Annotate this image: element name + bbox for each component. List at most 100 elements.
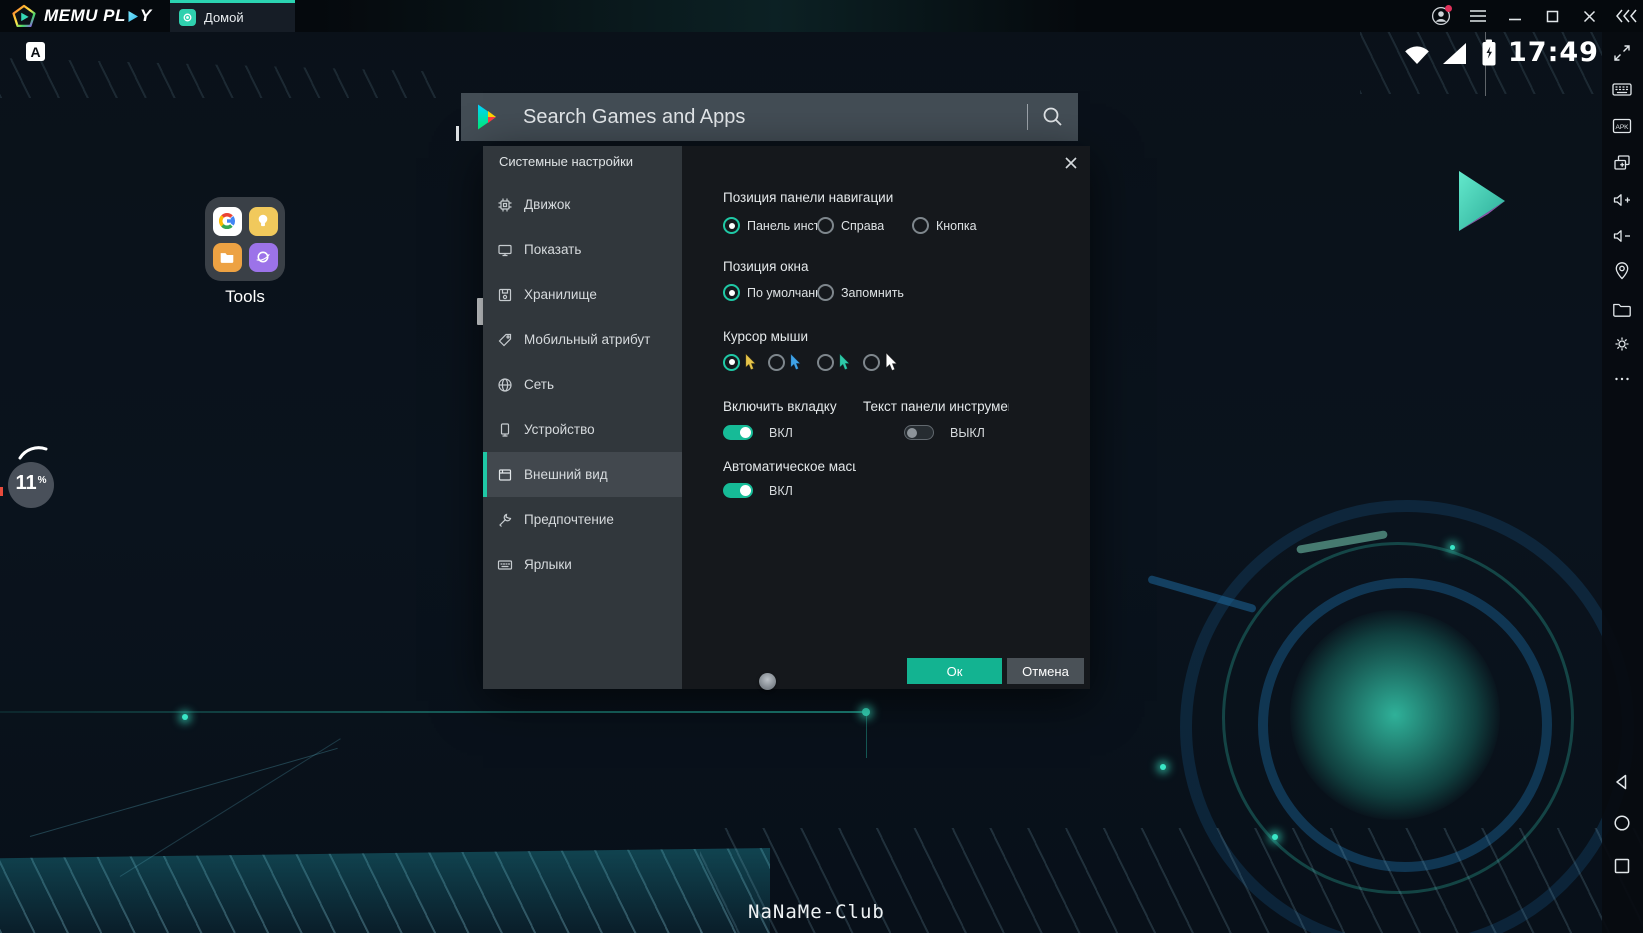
- menu-label: Внешний вид: [524, 467, 608, 482]
- radio-selected: [723, 353, 740, 371]
- glow-dot: [862, 708, 870, 716]
- glow-dot: [1272, 834, 1278, 840]
- settings-content-panel: Позиция панели навигации Панель инструме…: [682, 146, 1090, 689]
- status-clock: 17:49: [1508, 37, 1599, 68]
- close-window-icon[interactable]: [1578, 5, 1600, 27]
- menu-label: Движок: [524, 197, 571, 212]
- radio-toolbar[interactable]: Панель инструментов: [723, 217, 817, 234]
- enable-tab-toggle[interactable]: [723, 425, 753, 440]
- wallpaper-stripes-bottom-left: [0, 848, 770, 933]
- ime-indicator[interactable]: A: [26, 42, 45, 61]
- menu-item-network[interactable]: Сеть: [483, 362, 682, 407]
- collapse-toolbar-icon[interactable]: [1615, 5, 1637, 27]
- window-position-options: По умолчанию Запомнить: [723, 284, 904, 301]
- edge-marker: [0, 487, 3, 496]
- tab-label: Домой: [204, 10, 244, 25]
- hidden-icon-fragment: [456, 126, 459, 141]
- recents-icon[interactable]: [1611, 855, 1633, 877]
- account-icon[interactable]: [1430, 5, 1452, 27]
- menu-item-display[interactable]: Показать: [483, 227, 682, 272]
- menu-item-shortcuts[interactable]: Ярлыки: [483, 542, 682, 587]
- radio-blue-cursor[interactable]: [768, 353, 817, 371]
- keyboard-icon[interactable]: [1611, 78, 1633, 100]
- preference-icon: [497, 512, 513, 528]
- wallpaper-circuit-drop: [866, 712, 867, 758]
- home-tab-icon: [179, 9, 196, 26]
- progress-unit: %: [37, 475, 47, 486]
- shared-folder-icon[interactable]: [1611, 299, 1633, 321]
- toolbar-text-toggle[interactable]: [904, 425, 934, 440]
- more-icon[interactable]: [1611, 368, 1633, 390]
- titlebar-sweep: [320, 0, 1080, 32]
- home-icon[interactable]: [1611, 812, 1633, 834]
- window-drag-handle[interactable]: [759, 673, 776, 690]
- glow-dot: [1160, 764, 1166, 770]
- lightbulb-app-icon: [248, 206, 278, 236]
- play-store-icon: [478, 104, 496, 130]
- toolbar-text-title: Текст панели инструментов: [863, 399, 1009, 414]
- radio-right[interactable]: Справа: [817, 217, 912, 234]
- browser-app-icon: [248, 242, 278, 272]
- apk-install-icon[interactable]: APK: [1611, 115, 1633, 137]
- radio-remember[interactable]: Запомнить: [817, 284, 904, 301]
- auto-scale-toggle-row: ВКЛ: [723, 483, 793, 498]
- toggle-state: ВКЛ: [769, 483, 793, 498]
- menu-item-storage[interactable]: Хранилище: [483, 272, 682, 317]
- radio-default[interactable]: По умолчанию: [723, 284, 817, 301]
- mouse-cursor-title: Курсор мыши: [723, 329, 808, 344]
- radio-teal-cursor[interactable]: [817, 353, 863, 371]
- fullscreen-icon[interactable]: [1611, 42, 1633, 64]
- settings-menu: Движок Показать Хранилище Мобильный атри…: [483, 182, 682, 587]
- radio-button[interactable]: Кнопка: [912, 217, 977, 234]
- search-bar[interactable]: Search Games and Apps: [461, 93, 1078, 141]
- menu-icon[interactable]: [1467, 5, 1489, 27]
- emulator-toolbar: APK: [1602, 32, 1643, 933]
- auto-scale-title: Автоматическое масштабирование: [723, 459, 856, 474]
- wallpaper-glow: [1290, 610, 1500, 820]
- cancel-button[interactable]: Отмена: [1007, 658, 1084, 684]
- volume-down-icon[interactable]: [1611, 225, 1633, 247]
- tag-icon: [497, 332, 513, 348]
- window-position-title: Позиция окна: [723, 259, 809, 274]
- search-icon[interactable]: [1028, 93, 1078, 141]
- teal-cursor-icon: [839, 353, 850, 371]
- play-store-wallpaper-logo: [1458, 170, 1506, 237]
- multi-instance-icon[interactable]: [1611, 152, 1633, 174]
- display-icon: [497, 242, 513, 258]
- menu-item-appearance[interactable]: Внешний вид: [483, 452, 682, 497]
- engine-icon: [497, 197, 513, 213]
- menu-item-device[interactable]: Устройство: [483, 407, 682, 452]
- memu-logo-icon: [12, 4, 36, 27]
- google-app-icon: [212, 206, 242, 236]
- minimize-icon[interactable]: [1504, 5, 1526, 27]
- back-icon[interactable]: [1611, 771, 1633, 793]
- radio-white-cursor[interactable]: [863, 352, 900, 372]
- search-placeholder: Search Games and Apps: [523, 105, 746, 128]
- menu-item-preference[interactable]: Предпочтение: [483, 497, 682, 542]
- signal-icon: [1440, 42, 1468, 70]
- close-icon[interactable]: [1062, 154, 1080, 172]
- radio: [817, 217, 834, 234]
- location-icon[interactable]: [1611, 260, 1633, 282]
- ok-button[interactable]: Ок: [907, 658, 1002, 684]
- tab-home[interactable]: Домой: [170, 0, 295, 32]
- memu-emulator-window: A 17:49 Search Games and Apps Системные …: [0, 0, 1643, 933]
- menu-label: Предпочтение: [524, 512, 614, 527]
- app-brand: MEMU PL Y: [12, 4, 152, 28]
- mouse-cursor-options: [723, 352, 900, 372]
- glow-dot: [1450, 545, 1455, 550]
- auto-scale-toggle[interactable]: [723, 483, 753, 498]
- menu-item-mobile-attribute[interactable]: Мобильный атрибут: [483, 317, 682, 362]
- appearance-icon: [497, 467, 513, 483]
- tools-folder[interactable]: [205, 197, 285, 281]
- settings-gear-icon[interactable]: [1611, 333, 1633, 355]
- battery-percent-badge[interactable]: 11 %: [8, 462, 54, 508]
- maximize-icon[interactable]: [1541, 5, 1563, 27]
- toolbar-text-toggle-row: ВЫКЛ: [904, 425, 985, 440]
- radio-gold-cursor[interactable]: [723, 353, 768, 371]
- volume-up-icon[interactable]: [1611, 189, 1633, 211]
- battery-icon: [1481, 38, 1497, 72]
- shortcuts-icon: [497, 557, 513, 573]
- menu-item-engine[interactable]: Движок: [483, 182, 682, 227]
- progress-arc: [18, 446, 48, 460]
